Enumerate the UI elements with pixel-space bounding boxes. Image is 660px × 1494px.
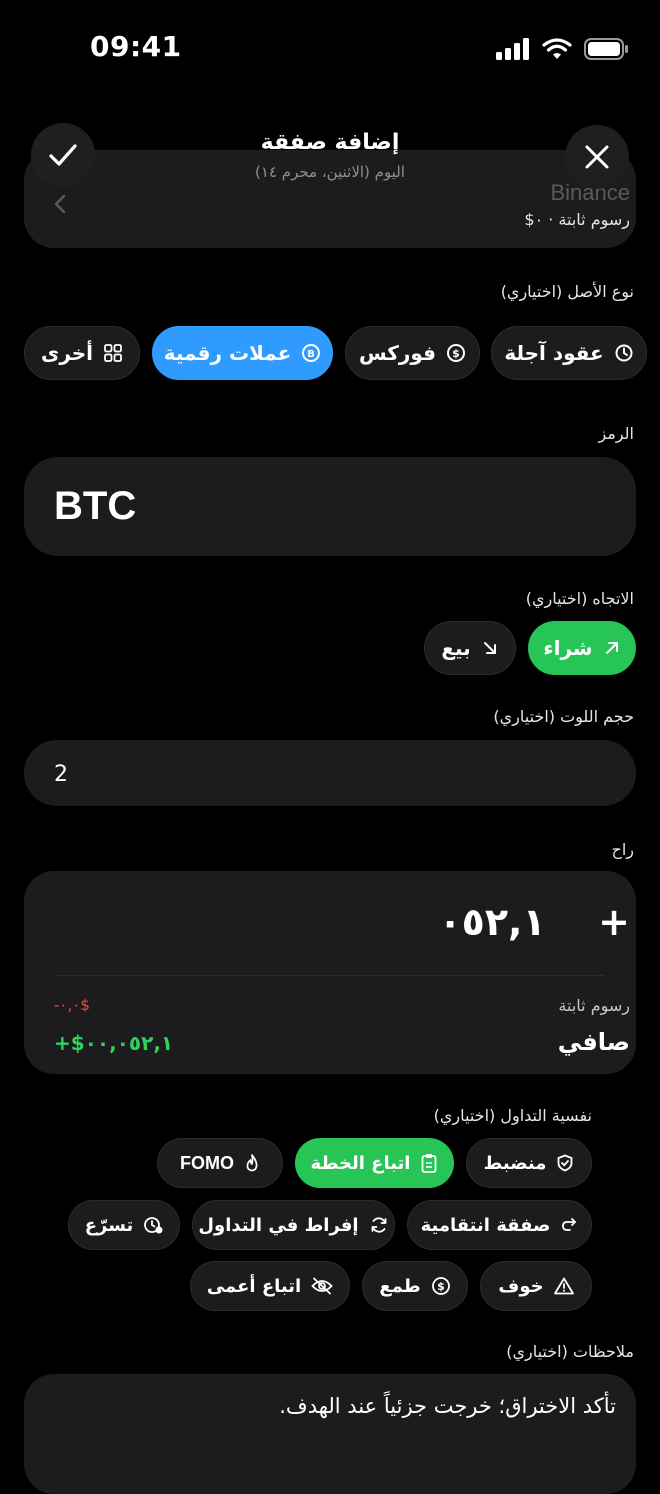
direction-sell-button[interactable]: بيع — [424, 621, 516, 675]
tag-label: طمع — [379, 1275, 421, 1297]
pnl-value: ٠٥٢,١ — [438, 900, 546, 944]
asset-option-crypto[interactable]: B عملات رقمية — [152, 326, 333, 380]
net-label: صافي — [557, 1028, 630, 1056]
tag-label: تسرّع — [84, 1214, 134, 1236]
tag-fomo[interactable]: FOMO — [157, 1138, 283, 1188]
tag-disciplined[interactable]: منضبط — [466, 1138, 592, 1188]
status-time: 09:41 — [90, 30, 182, 63]
tag-fear[interactable]: خوف — [480, 1261, 592, 1311]
tag-label: منضبط — [483, 1152, 547, 1174]
lot-size-input[interactable] — [24, 740, 636, 806]
tag-rushing[interactable]: تسرّع — [68, 1200, 180, 1250]
symbol-label: الرمز — [598, 424, 634, 443]
divider — [54, 975, 604, 976]
svg-text:$: $ — [437, 1280, 445, 1293]
direction-sell-label: بيع — [441, 636, 471, 660]
tag-revenge-trade[interactable]: صفقة انتقامية — [407, 1200, 592, 1250]
wifi-icon — [542, 38, 572, 60]
asset-type-label: نوع الأصل (اختياري) — [500, 282, 634, 301]
direction-buy-label: شراء — [543, 636, 593, 660]
tag-label: صفقة انتقامية — [420, 1214, 551, 1236]
notes-value: تأكد الاختراق؛ خرجت جزئياً عند الهدف. — [279, 1394, 616, 1418]
tag-greed[interactable]: $ طمع — [362, 1261, 468, 1311]
lot-size-value: 2 — [54, 762, 68, 787]
page-title: إضافة صفقة — [260, 130, 400, 155]
tag-label: اتباع الخطة — [310, 1152, 411, 1174]
status-icons — [496, 38, 630, 60]
asset-option-label: عملات رقمية — [163, 341, 292, 365]
cellular-signal-icon — [496, 38, 530, 60]
clipboard-icon — [420, 1153, 438, 1173]
page-subtitle: اليوم (الاثنين، محرم ١٤) — [255, 163, 405, 181]
bitcoin-icon: B — [301, 343, 321, 363]
asset-option-label: عقود آجلة — [504, 341, 604, 365]
pnl-sign: + — [598, 900, 630, 944]
refresh-icon — [369, 1215, 389, 1235]
shield-check-icon — [556, 1154, 574, 1172]
svg-text:B: B — [308, 349, 316, 360]
tag-overtrading[interactable]: إفراط في التداول — [192, 1200, 395, 1250]
fees-label: رسوم ثابتة — [558, 996, 630, 1015]
tag-label: FOMO — [180, 1152, 234, 1173]
direction-label: الاتجاه (اختياري) — [525, 589, 634, 608]
tag-blind-following[interactable]: اتباع أعمى — [190, 1261, 350, 1311]
asset-option-label: أخرى — [40, 341, 94, 365]
pnl-label: راح — [611, 840, 635, 859]
flame-icon — [244, 1154, 260, 1172]
history-icon — [614, 343, 634, 363]
asset-option-other[interactable]: أخرى — [24, 326, 140, 380]
warning-icon — [553, 1277, 574, 1295]
broker-fee: رسوم ثابتة · ٠$ — [524, 210, 630, 229]
svg-text:$: $ — [452, 347, 460, 360]
clock-alert-icon — [143, 1215, 163, 1235]
chevron-left-icon — [54, 194, 66, 214]
asset-option-label: فوركس — [358, 341, 437, 365]
asset-option-forex[interactable]: $ فوركس — [345, 326, 480, 380]
psychology-label: نفسية التداول (اختياري) — [433, 1106, 592, 1125]
notes-label: ملاحظات (اختياري) — [506, 1342, 634, 1361]
tag-label: خوف — [498, 1275, 544, 1297]
dollar-circle-icon: $ — [431, 1276, 451, 1296]
eye-off-icon — [311, 1277, 333, 1295]
notes-textarea[interactable] — [24, 1374, 636, 1494]
asset-option-futures[interactable]: عقود آجلة — [491, 326, 647, 380]
dollar-exchange-icon: $ — [446, 343, 466, 363]
arrow-down-right-icon — [481, 639, 499, 657]
grid-icon — [103, 343, 123, 363]
lot-size-label: حجم اللوت (اختياري) — [493, 707, 634, 726]
tag-label: إفراط في التداول — [198, 1214, 359, 1236]
tag-follow-plan[interactable]: اتباع الخطة — [295, 1138, 454, 1188]
pnl-amount[interactable]: ٠٥٢,١ + — [438, 900, 630, 944]
redo-arrow-icon — [560, 1216, 578, 1234]
direction-buy-button[interactable]: شراء — [528, 621, 636, 675]
symbol-value: BTC — [54, 484, 137, 528]
arrow-up-right-icon — [603, 639, 621, 657]
fees-value: -٠,٠$ — [54, 996, 90, 1014]
net-value: +$٠٠,٠٥٢,١ — [54, 1031, 174, 1055]
tag-label: اتباع أعمى — [206, 1275, 302, 1297]
battery-icon — [584, 38, 630, 60]
